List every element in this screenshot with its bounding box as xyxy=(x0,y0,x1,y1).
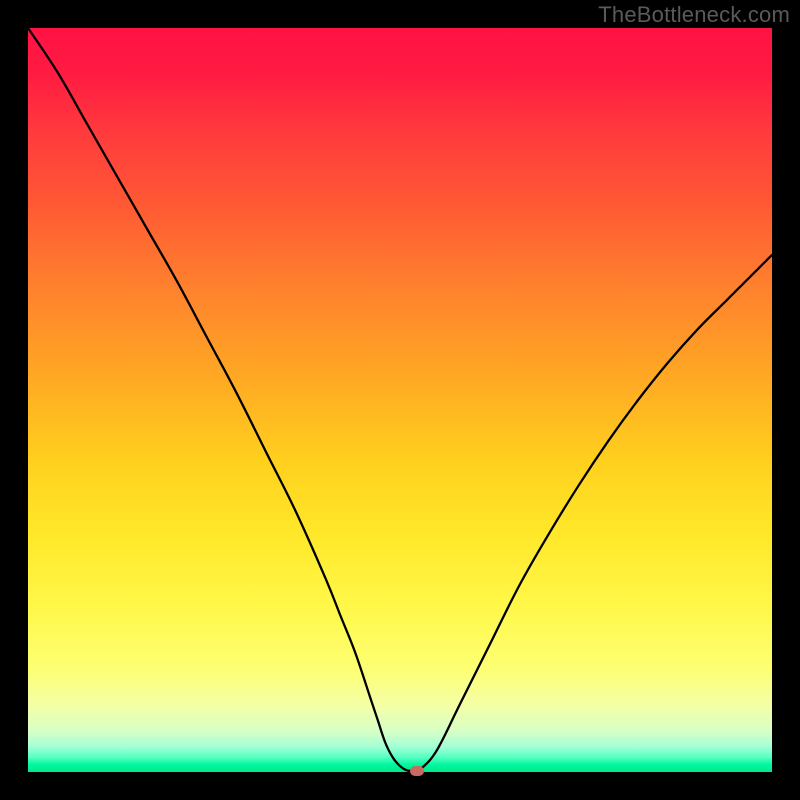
curve-svg xyxy=(28,28,772,772)
minimum-marker xyxy=(410,766,424,776)
watermark-text: TheBottleneck.com xyxy=(598,2,790,28)
bottleneck-curve-path xyxy=(28,28,772,771)
plot-area xyxy=(28,28,772,772)
chart-frame: TheBottleneck.com xyxy=(0,0,800,800)
